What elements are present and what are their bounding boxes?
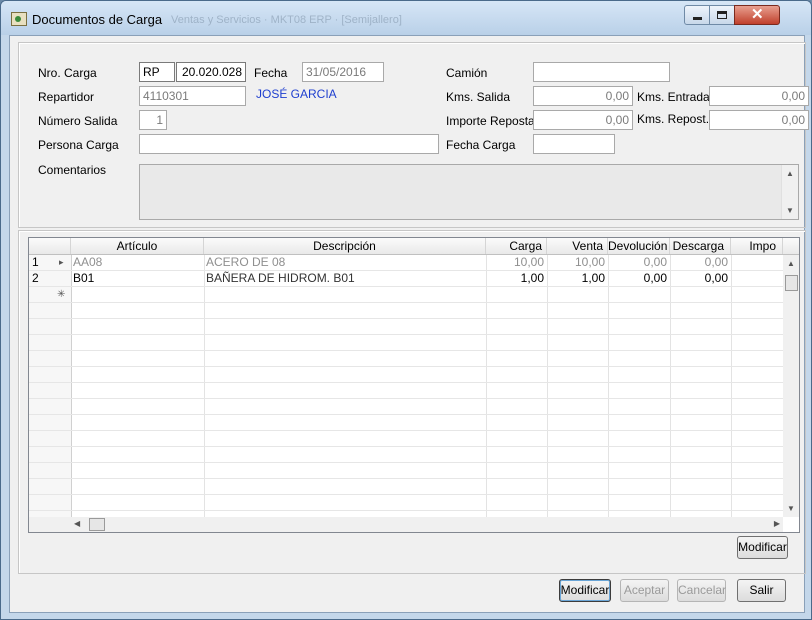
camion-field[interactable] [533,62,670,82]
kms-entrada-label: Kms. Entrada [637,90,710,104]
grid-row-divider [29,398,783,399]
grid-row-divider [29,462,783,463]
col-devolucion[interactable]: Devolución [608,238,670,254]
grid-row-divider [29,350,783,351]
maximize-icon [717,11,727,19]
scroll-down-icon[interactable]: ▼ [787,504,795,513]
repartidor-label: Repartidor [38,90,95,104]
grid-row-divider [29,334,783,335]
documentos-carga-window: Documentos de Carga Ventas y Servicios ·… [0,0,812,620]
cell-descarga[interactable]: 0,00 [672,271,728,286]
importe-repostaje-label: Importe Repostaje [446,114,545,128]
comentarios-memo[interactable]: ▲ ▼ [139,164,799,220]
horizontal-scroll-thumb[interactable] [89,518,105,531]
window-client-area: Nro. Carga RP 20.020.028 Fecha 31/05/201… [9,35,809,613]
grid-horizontal-scrollbar[interactable]: ◀ ▶ [71,517,783,532]
grid-row-divider [29,414,783,415]
cancelar-button[interactable]: Cancelar [677,579,726,602]
col-venta[interactable]: Venta [547,238,608,254]
maximize-button[interactable] [709,5,735,25]
numero-salida-field[interactable]: 1 [139,110,167,130]
current-row-icon: ▸ [59,257,64,267]
cell-devolucion[interactable]: 0,00 [610,271,667,286]
cell-descripcion[interactable]: ACERO DE 08 [206,255,482,270]
repartidor-code-field[interactable]: 4110301 [139,86,246,106]
grid-row-divider [29,302,783,303]
title-bar[interactable]: Documentos de Carga Ventas y Servicios ·… [1,1,811,35]
grid-row-divider [29,478,783,479]
cell-articulo[interactable]: B01 [73,271,201,286]
kms-salida-field[interactable]: 0,00 [533,86,633,106]
fecha-carga-field[interactable] [533,134,615,154]
scroll-down-icon[interactable]: ▼ [786,206,794,215]
row-header-corner [29,238,71,254]
app-icon [11,12,27,26]
kms-entrada-field[interactable]: 0,00 [709,86,809,106]
close-icon: ✕ [751,6,764,23]
comentarios-label: Comentarios [38,163,107,177]
cell-devolucion[interactable]: 0,00 [610,255,667,270]
scroll-up-icon[interactable]: ▲ [786,169,794,178]
numero-salida-label: Número Salida [38,114,118,128]
grid-vertical-scrollbar[interactable]: ▲ ▼ [783,255,799,517]
col-descripcion[interactable]: Descripción [204,238,486,254]
comentarios-scrollbar[interactable]: ▲ ▼ [781,165,798,219]
col-importe[interactable]: Impo [731,238,783,254]
fecha-field[interactable]: 31/05/2016 [302,62,384,82]
cell-carga[interactable]: 10,00 [488,255,544,270]
grid-row-divider [29,318,783,319]
row-number: 1 [32,255,39,269]
scroll-right-icon[interactable]: ▶ [774,519,780,528]
window-title: Documentos de Carga [32,12,163,27]
cell-carga[interactable]: 1,00 [488,271,544,286]
col-articulo[interactable]: Artículo [71,238,204,254]
cell-venta[interactable]: 10,00 [549,255,605,270]
kms-salida-label: Kms. Salida [446,90,511,104]
persona-carga-field[interactable] [139,134,439,154]
kms-repost-label: Kms. Repost. [637,112,710,126]
minimize-icon [693,17,702,20]
grid-header: Artículo Descripción Carga Venta Devoluc… [29,238,799,255]
vertical-scroll-thumb[interactable] [785,275,798,291]
importe-repostaje-field[interactable]: 0,00 [533,110,633,130]
cell-venta[interactable]: 1,00 [549,271,605,286]
cell-articulo[interactable]: AA08 [73,255,201,270]
persona-carga-label: Persona Carga [38,138,119,152]
grid-row-divider [29,430,783,431]
col-descarga[interactable]: Descarga [670,238,731,254]
new-row-icon[interactable]: ✳ [57,287,69,302]
row-number: 2 [32,271,39,285]
nro-carga-numero-field[interactable]: 20.020.028 [176,62,246,82]
articulos-grid[interactable]: Artículo Descripción Carga Venta Devoluc… [28,237,800,533]
close-button[interactable]: ✕ [734,5,780,25]
cell-descripcion[interactable]: BAÑERA DE HIDROM. B01 [206,271,482,286]
grid-row-divider [29,366,783,367]
cell-descarga[interactable]: 0,00 [672,255,728,270]
grid-modificar-button[interactable]: Modificar [737,536,788,559]
aceptar-button[interactable]: Aceptar [620,579,669,602]
nro-carga-label: Nro. Carga [38,66,97,80]
nro-carga-serie-field[interactable]: RP [139,62,175,82]
minimize-button[interactable] [684,5,710,25]
col-carga[interactable]: Carga [486,238,547,254]
grid-row-divider [29,510,783,511]
camion-label: Camión [446,66,488,80]
modificar-button[interactable]: Modificar [559,579,611,602]
grid-row-divider [29,446,783,447]
grid-row-divider [29,494,783,495]
repartidor-name: JOSÉ GARCIA [256,87,337,101]
kms-repost-field[interactable]: 0,00 [709,110,809,130]
grid-row-divider [29,286,783,287]
header-fields-group: Nro. Carga RP 20.020.028 Fecha 31/05/201… [18,42,809,228]
lines-group: Artículo Descripción Carga Venta Devoluc… [18,230,806,574]
grid-corner [29,517,71,532]
scroll-left-icon[interactable]: ◀ [74,519,80,528]
scroll-up-icon[interactable]: ▲ [787,259,795,268]
fecha-label: Fecha [254,66,288,80]
salir-button[interactable]: Salir [737,579,786,602]
background-window-title: Ventas y Servicios · MKT08 ERP · [Semija… [171,14,402,26]
grid-row-divider [29,382,783,383]
fecha-carga-label: Fecha Carga [446,138,516,152]
